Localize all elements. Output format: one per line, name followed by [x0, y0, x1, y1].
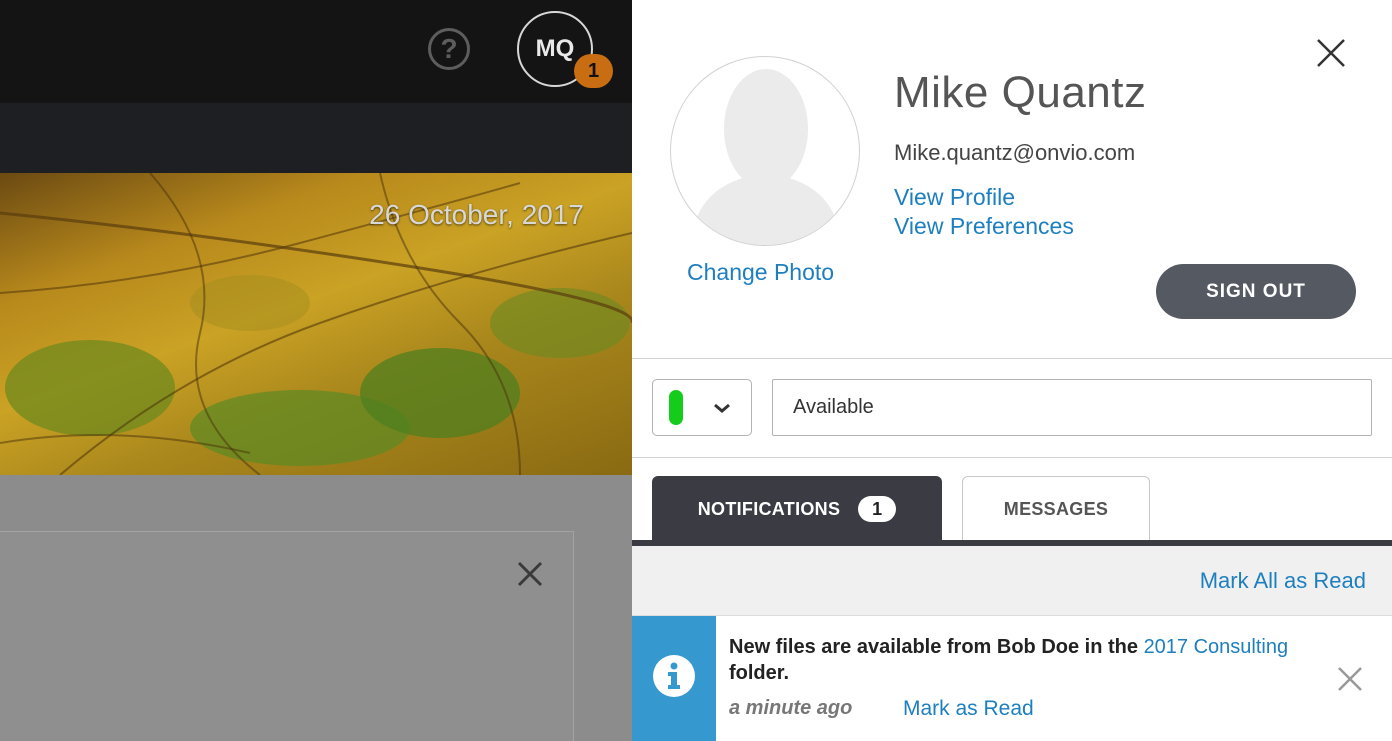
- status-message-input[interactable]: [772, 379, 1372, 436]
- notification-type-strip: [632, 616, 716, 741]
- user-silhouette-icon: [691, 69, 841, 245]
- hero-banner: 26 October, 2017: [0, 173, 632, 475]
- notification-text-after: folder.: [729, 662, 790, 684]
- hero-date: 26 October, 2017: [369, 199, 584, 230]
- notification-count-badge: 1: [858, 496, 897, 522]
- notification-timestamp: a minute ago: [729, 697, 853, 719]
- tab-label: MESSAGES: [1003, 499, 1109, 519]
- user-name: Mike Quantz: [894, 68, 1147, 117]
- main-content-area: [0, 475, 632, 741]
- user-profile-panel: Change Photo Mike Quantz Mike.quantz@onv…: [632, 0, 1392, 741]
- view-preferences-link[interactable]: View Preferences: [894, 213, 1074, 240]
- user-email: Mike.quantz@onvio.com: [894, 140, 1136, 165]
- notification-message: New files are available from Bob Doe in …: [729, 634, 1289, 686]
- profile-photo[interactable]: [670, 56, 860, 246]
- change-photo-link[interactable]: Change Photo: [687, 259, 834, 286]
- sign-out-button[interactable]: SIGN OUT: [1156, 264, 1356, 319]
- info-icon: [653, 655, 695, 697]
- tab-label: NOTIFICATIONS: [697, 498, 841, 519]
- close-icon[interactable]: [1336, 665, 1364, 693]
- notification-text-before: New files are available from Bob Doe in …: [729, 636, 1144, 658]
- view-profile-link[interactable]: View Profile: [894, 184, 1015, 211]
- help-icon[interactable]: ?: [428, 28, 470, 70]
- tab-messages[interactable]: MESSAGES: [962, 476, 1150, 542]
- notifications-toolbar: Mark All as Read: [632, 546, 1392, 616]
- tab-bar: NOTIFICATIONS 1 MESSAGES: [632, 458, 1392, 542]
- tab-notifications[interactable]: NOTIFICATIONS 1: [652, 476, 942, 542]
- close-icon[interactable]: [1314, 36, 1348, 70]
- background-app: ? MQ 1 26 October, 2017: [0, 0, 632, 741]
- content-card: [0, 531, 574, 741]
- mark-as-read-link[interactable]: Mark as Read: [903, 697, 1034, 721]
- chevron-down-icon: [714, 403, 730, 413]
- avatar-notification-badge: 1: [574, 54, 613, 88]
- mark-all-read-link[interactable]: Mark All as Read: [1200, 568, 1366, 594]
- close-icon[interactable]: [514, 558, 546, 590]
- secondary-navigation-bar: [0, 103, 632, 173]
- status-dropdown[interactable]: [652, 379, 752, 436]
- avatar-initials: MQ: [535, 35, 575, 62]
- status-indicator: [669, 390, 683, 425]
- notification-item: New files are available from Bob Doe in …: [632, 616, 1392, 741]
- folder-link[interactable]: 2017 Consulting: [1144, 636, 1289, 658]
- divider: [632, 358, 1392, 359]
